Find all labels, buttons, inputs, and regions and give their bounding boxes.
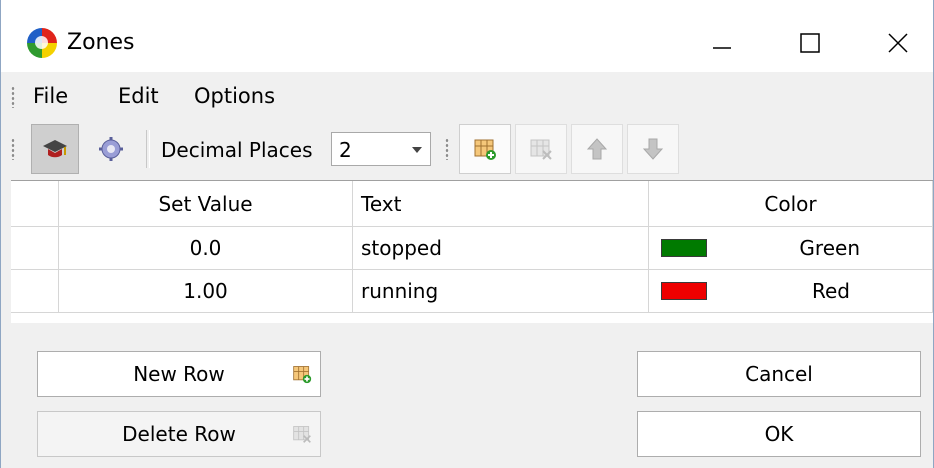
- chevron-down-icon: [412, 147, 422, 153]
- color-swatch-green: [661, 239, 707, 257]
- arrow-up-icon: [587, 138, 607, 160]
- maximize-icon: [800, 33, 820, 53]
- ok-button[interactable]: OK: [637, 411, 921, 457]
- window-title: Zones: [67, 30, 135, 55]
- column-header-text[interactable]: Text: [353, 181, 649, 227]
- button-panel: New Row Delete Row Cancel OK: [1, 323, 933, 468]
- delete-row-label: Delete Row: [122, 422, 236, 446]
- minimize-icon: [713, 47, 731, 49]
- cell-text[interactable]: running: [353, 270, 649, 313]
- app-logo-icon: [27, 28, 57, 58]
- toolbar: Decimal Places 2: [1, 122, 933, 180]
- color-name: Red: [812, 279, 850, 303]
- zones-window: Zones File Edit Options Decimal Places 2…: [0, 0, 934, 468]
- delete-row-button[interactable]: Delete Row: [37, 411, 321, 457]
- move-up-button[interactable]: [571, 124, 623, 174]
- table-delete-icon: [293, 426, 311, 443]
- menu-file[interactable]: File: [33, 84, 68, 108]
- settings-button[interactable]: [87, 124, 135, 174]
- title-bar: Zones: [1, 0, 933, 72]
- row-header[interactable]: [11, 270, 59, 313]
- table-add-icon: [474, 139, 496, 160]
- menu-edit[interactable]: Edit: [118, 84, 159, 108]
- toolbar-grip-2-icon[interactable]: [445, 138, 449, 160]
- menu-options[interactable]: Options: [194, 84, 275, 108]
- maximize-button[interactable]: [787, 20, 833, 66]
- delete-row-toolbar-button[interactable]: [515, 124, 567, 174]
- new-row-button[interactable]: New Row: [37, 351, 321, 397]
- cancel-button[interactable]: Cancel: [637, 351, 921, 397]
- column-header-color[interactable]: Color: [649, 181, 933, 227]
- table-delete-icon: [530, 139, 552, 160]
- column-header-set-value[interactable]: Set Value: [59, 181, 353, 227]
- add-row-toolbar-button[interactable]: [459, 124, 511, 174]
- table-add-icon: [293, 366, 312, 384]
- graduation-cap-icon: [43, 140, 67, 158]
- decimal-places-select[interactable]: 2: [331, 132, 431, 166]
- cell-set-value[interactable]: 1.00: [59, 270, 353, 313]
- move-down-button[interactable]: [627, 124, 679, 174]
- cell-color[interactable]: Green: [649, 227, 933, 270]
- minimize-button[interactable]: [699, 20, 745, 66]
- color-swatch-red: [661, 282, 707, 300]
- row-header[interactable]: [11, 227, 59, 270]
- toolbar-grip-icon[interactable]: [11, 138, 15, 160]
- menubar-grip-icon[interactable]: [11, 86, 15, 108]
- cell-color[interactable]: Red: [649, 270, 933, 313]
- zones-table: Set Value Text Color 0.0 stopped Green 1…: [11, 180, 933, 324]
- gear-icon: [99, 137, 123, 161]
- color-name: Green: [799, 236, 860, 260]
- cell-set-value[interactable]: 0.0: [59, 227, 353, 270]
- arrow-down-icon: [643, 138, 663, 160]
- menu-bar: File Edit Options: [1, 72, 933, 122]
- decimal-places-value: 2: [339, 138, 352, 162]
- close-icon: [888, 33, 908, 53]
- row-header-corner: [11, 181, 59, 227]
- decimal-places-label: Decimal Places: [161, 138, 313, 162]
- new-row-label: New Row: [133, 362, 225, 386]
- close-button[interactable]: [875, 20, 921, 66]
- toolbar-separator: [146, 130, 150, 168]
- graduate-mode-button[interactable]: [31, 124, 79, 174]
- cell-text[interactable]: stopped: [353, 227, 649, 270]
